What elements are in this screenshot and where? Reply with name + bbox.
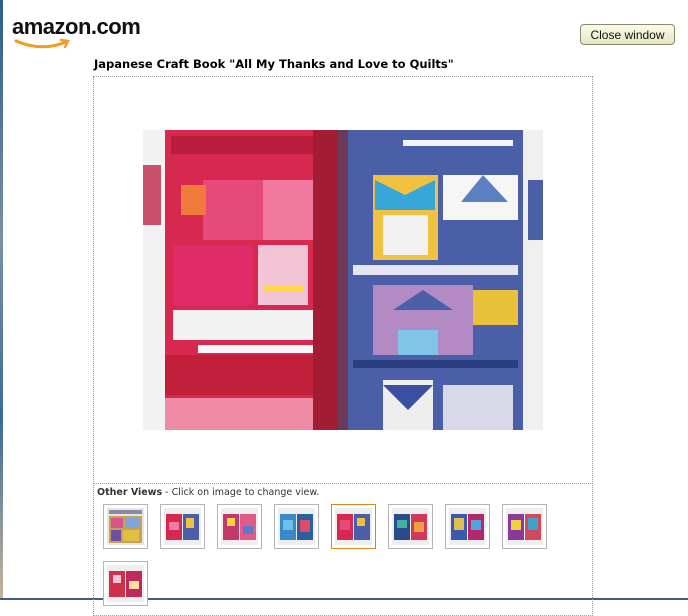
quilt-page-thumbnail-icon [449, 508, 486, 545]
thumbnail-7[interactable] [445, 504, 490, 549]
quilt-page-thumbnail-icon [335, 508, 372, 545]
quilt-page-thumbnail-icon [164, 508, 201, 545]
thumbnail-9[interactable] [103, 561, 148, 606]
thumbnail-3[interactable] [217, 504, 262, 549]
quilt-page-thumbnail-icon [392, 508, 429, 545]
window-left-edge [0, 0, 3, 600]
close-window-button[interactable]: Close window [580, 24, 675, 45]
quilt-cover-thumbnail-icon [107, 508, 144, 545]
thumbnail-5-selected[interactable] [331, 504, 376, 549]
logo-smile-icon [14, 38, 70, 49]
quilt-page-thumbnail-icon [107, 565, 144, 602]
thumbnail-6[interactable] [388, 504, 433, 549]
thumbnail-2[interactable] [160, 504, 205, 549]
quilt-page-thumbnail-icon [278, 508, 315, 545]
product-title: Japanese Craft Book "All My Thanks and L… [94, 57, 454, 71]
thumbnail-4[interactable] [274, 504, 319, 549]
quilt-page-thumbnail-icon [221, 508, 258, 545]
thumbnail-1[interactable] [103, 504, 148, 549]
thumbnail-8[interactable] [502, 504, 547, 549]
other-views-instruction: - Click on image to change view. [162, 487, 320, 498]
amazon-logo: amazon.com [12, 14, 141, 49]
quilt-page-thumbnail-icon [506, 508, 543, 545]
thumbnail-divider [93, 483, 593, 484]
main-product-image [143, 130, 543, 430]
logo-text: amazon.com [12, 14, 141, 39]
other-views-heading: Other Views [97, 487, 163, 498]
other-views-caption: Other Views - Click on image to change v… [97, 487, 319, 498]
